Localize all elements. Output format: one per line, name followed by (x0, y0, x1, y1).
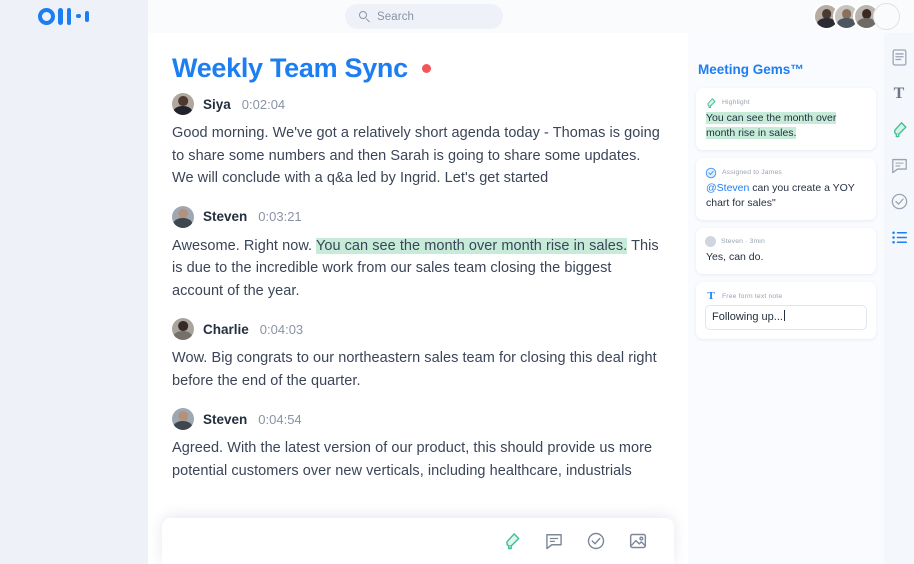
gem-card-body[interactable]: @Steven can you create a YOY chart for s… (705, 181, 867, 211)
commenter-avatar (705, 236, 716, 247)
comment-icon[interactable] (544, 531, 564, 551)
otter-logo[interactable] (38, 6, 90, 26)
add-participant-button[interactable] (873, 3, 900, 30)
text-caret (783, 310, 785, 321)
search-input[interactable]: Search (377, 11, 414, 23)
document-outline-icon[interactable] (890, 48, 909, 67)
meeting-gems-title: Meeting Gems™ (698, 62, 804, 77)
gem-card-note[interactable]: T Free form text note Following up... (696, 282, 876, 339)
right-icon-rail: T (884, 33, 914, 564)
transcript-block: Steven 0:03:21 Awesome. Right now. You c… (148, 205, 688, 303)
gem-highlight-text: You can see the month over month rise in… (706, 112, 837, 139)
speaker-timestamp[interactable]: 0:04:54 (258, 412, 301, 427)
speaker-avatar[interactable] (172, 93, 194, 115)
bottom-toolbar (162, 518, 674, 564)
transcript-text[interactable]: Agreed. With the latest version of our p… (172, 437, 664, 482)
gem-card-comment[interactable]: Steven · 3min Yes, can do. (696, 228, 876, 274)
logo-bar-2 (66, 7, 72, 25)
gem-card-highlight[interactable]: Highlight You can see the month over mon… (696, 88, 876, 150)
gem-card-label: Free form text note (722, 292, 783, 300)
speaker-name[interactable]: Steven (203, 209, 247, 224)
recording-dot-icon (421, 64, 431, 73)
speaker-name[interactable]: Siya (203, 97, 231, 112)
gem-card-body[interactable]: Yes, can do. (705, 250, 867, 265)
image-icon[interactable] (628, 531, 648, 551)
participant-avatars (813, 3, 900, 30)
check-circle-icon (705, 166, 717, 179)
transcript-block: Charlie 0:04:03 Wow. Big congrats to our… (148, 318, 688, 392)
logo-circle (38, 7, 55, 25)
action-item-icon[interactable] (586, 531, 606, 551)
transcript-text[interactable]: Good morning. We've got a relatively sho… (172, 122, 664, 190)
speaker-row[interactable]: Steven 0:03:21 (172, 205, 664, 228)
speaker-row[interactable]: Charlie 0:04:03 (172, 318, 664, 340)
transcript-blocks: Siya 0:02:04 Good morning. We've got a r… (148, 93, 688, 498)
meeting-gems-panel: Meeting Gems™ Highlight You can see the … (688, 33, 884, 564)
mention-tag[interactable]: @Steven (706, 182, 749, 194)
meeting-gems-list: Highlight You can see the month over mon… (696, 88, 876, 347)
gem-card-header: T Free form text note (705, 290, 867, 302)
gem-card-header: Highlight (705, 96, 867, 108)
gem-highlight-icon (705, 96, 717, 108)
speaker-timestamp[interactable]: 0:03:21 (258, 209, 301, 224)
highlight-icon[interactable] (890, 120, 909, 139)
speaker-row[interactable]: Steven 0:04:54 (172, 408, 664, 430)
speaker-avatar[interactable] (172, 318, 194, 340)
gem-card-label: Assigned to James (722, 168, 782, 176)
page-title-text: Weekly Team Sync (172, 53, 408, 83)
logo-dot (76, 13, 81, 19)
search-bar[interactable]: Search (345, 4, 503, 29)
speaker-avatar[interactable] (172, 205, 194, 228)
text-note-icon: T (707, 290, 715, 302)
text-format-icon[interactable]: T (890, 84, 909, 103)
gem-card-body[interactable]: You can see the month over month rise in… (705, 111, 867, 141)
search-icon (359, 11, 370, 23)
gem-card-label: Steven · 3min (721, 238, 765, 245)
comment-icon[interactable] (890, 156, 909, 175)
transcript-text[interactable]: Wow. Big congrats to our northeastern sa… (172, 347, 664, 392)
highlight-icon[interactable] (502, 531, 522, 551)
transcript-text[interactable]: Awesome. Right now. You can see the mont… (172, 235, 664, 303)
gem-card-header: Assigned to James (705, 166, 867, 179)
note-input[interactable]: Following up... (705, 305, 867, 330)
speaker-name[interactable]: Steven (203, 412, 247, 427)
transcript-block: Siya 0:02:04 Good morning. We've got a r… (148, 93, 688, 190)
page-title[interactable]: Weekly Team Sync (172, 53, 431, 84)
speaker-timestamp[interactable]: 0:04:03 (260, 322, 303, 337)
speaker-timestamp[interactable]: 0:02:04 (242, 97, 285, 112)
logo-bar-3 (84, 10, 90, 22)
transcript-panel: Weekly Team Sync Siya 0:02:04 Good morni… (148, 33, 688, 564)
otter-transcript-app: Search Weekly Team Sync Siya 0:02:04 Goo… (0, 0, 914, 564)
gem-card-action-item[interactable]: Assigned to James @Steven can you create… (696, 158, 876, 220)
note-input-value: Following up... (712, 311, 783, 323)
speaker-row[interactable]: Siya 0:02:04 (172, 93, 664, 115)
gem-card-label: Highlight (722, 98, 750, 106)
action-item-icon[interactable] (890, 192, 909, 211)
top-bar: Search (0, 0, 914, 33)
speaker-avatar[interactable] (172, 408, 194, 430)
transcript-text-before: Awesome. Right now. (172, 237, 316, 254)
gem-card-header: Steven · 3min (705, 236, 867, 247)
top-bar-right-background (148, 0, 914, 33)
list-view-icon[interactable] (890, 228, 909, 247)
logo-bar-1 (58, 7, 63, 25)
transcript-block: Steven 0:04:54 Agreed. With the latest v… (148, 408, 688, 482)
highlighted-text[interactable]: You can see the month over month rise in… (315, 237, 628, 254)
speaker-name[interactable]: Charlie (203, 322, 249, 337)
